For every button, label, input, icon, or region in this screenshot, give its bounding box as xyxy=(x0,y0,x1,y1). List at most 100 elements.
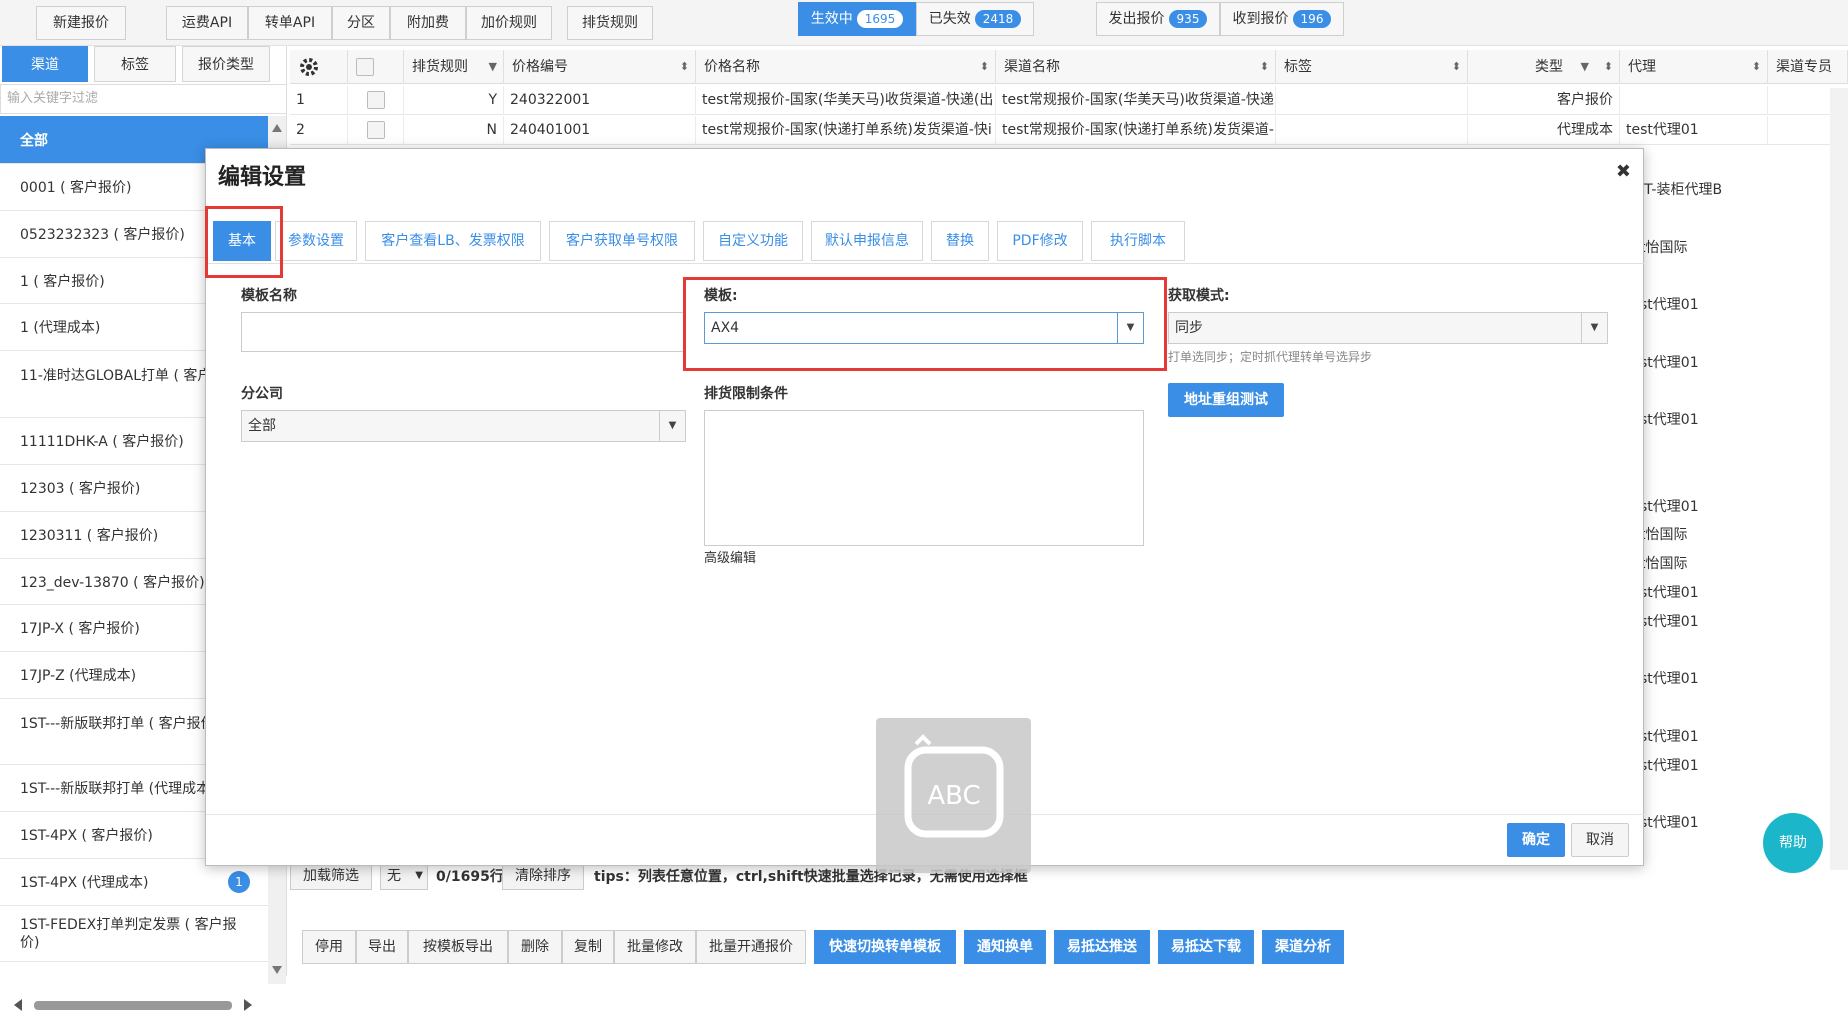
transfer-api-button[interactable]: 转单API xyxy=(248,6,332,40)
expired-tab[interactable]: 已失效 2418 xyxy=(916,2,1034,36)
column-header[interactable]: 排货规则 ▼ xyxy=(404,50,504,84)
expired-count-badge: 2418 xyxy=(974,10,1022,28)
ydd-push-button[interactable]: 易抵达推送 xyxy=(1054,930,1150,964)
column-header[interactable]: 价格名称 ⬍ xyxy=(696,50,996,84)
list-item[interactable]: 1ST-4PX (代理成本) 1 xyxy=(0,859,268,906)
filter-select[interactable]: 无 ▼ xyxy=(380,862,428,890)
batch-open-quote-button[interactable]: 批量开通报价 xyxy=(696,930,806,964)
delete-button[interactable]: 删除 xyxy=(508,930,562,964)
sort-icon: ⬍ xyxy=(1751,60,1761,73)
received-label: 收到报价 xyxy=(1232,11,1289,27)
ime-indicator: ABC xyxy=(876,718,1031,873)
channel-filter-input[interactable]: 输入关键字过滤 xyxy=(0,84,287,114)
column-header[interactable]: 代理 ⬍ xyxy=(1620,50,1768,84)
branch-select[interactable]: 全部 ▼ xyxy=(241,410,686,442)
agent-cell: t怡国际 xyxy=(1640,527,1688,543)
dropdown-icon: ▼ xyxy=(488,60,497,73)
tab-params[interactable]: 参数设置 xyxy=(275,221,357,261)
table-row[interactable]: 2 N 240401001 test常规报价-国家(快递打单系统)发货渠道-快i… xyxy=(290,116,1835,145)
restrict-label: 排货限制条件 xyxy=(704,386,788,402)
sort-icon: ⬍ xyxy=(1259,60,1269,73)
table-row[interactable]: 1 Y 240322001 test常规报价-国家(华美天马)收货渠道-快递(出… xyxy=(290,86,1835,115)
column-header[interactable]: 标签 ⬍ xyxy=(1276,50,1468,84)
tab-tag[interactable]: 标签 xyxy=(94,46,176,82)
tab-lb-invoice-permission[interactable]: 客户查看LB、发票权限 xyxy=(365,221,541,261)
agent-cell: st代理01 xyxy=(1640,671,1699,687)
grid-header: 排货规则 ▼ 价格编号 ⬍ 价格名称 ⬍ 渠道名称 ⬍ 标签 ⬍ 类型 ▼ ⬍ 代理 ⬍ 渠道专… xyxy=(290,50,1848,84)
agent-cell: st代理01 xyxy=(1640,355,1699,371)
column-header[interactable]: 价格编号 ⬍ xyxy=(504,50,696,84)
list-item[interactable]: 1ST-FEDEX打单判定发票 ( 客户报价) xyxy=(0,906,268,962)
restrict-textarea[interactable] xyxy=(704,410,1144,546)
column-header[interactable]: 渠道名称 ⬍ xyxy=(996,50,1276,84)
select-all-checkbox[interactable] xyxy=(348,50,404,84)
column-header[interactable]: 类型 ▼ ⬍ xyxy=(1468,50,1620,84)
agent-cell: st代理01 xyxy=(1640,758,1699,774)
received-count-badge: 196 xyxy=(1292,10,1332,28)
sort-icon: ⬍ xyxy=(679,60,689,73)
dropdown-icon: ▼ xyxy=(415,870,423,881)
tab-tracking-number-permission[interactable]: 客户获取单号权限 xyxy=(549,221,695,261)
branch-label: 分公司 xyxy=(241,386,283,402)
agent-cell: t怡国际 xyxy=(1640,240,1688,256)
agent-cell: t怡国际 xyxy=(1640,556,1688,572)
received-quotes-tab[interactable]: 收到报价 196 xyxy=(1220,2,1344,36)
export-by-template-button[interactable]: 按模板导出 xyxy=(408,930,508,964)
fetch-mode-label: 获取模式: xyxy=(1168,288,1230,304)
cancel-button[interactable]: 取消 xyxy=(1571,823,1629,857)
grid-scrollbar[interactable] xyxy=(1830,88,1848,870)
shipping-rules-button[interactable]: 排货规则 xyxy=(567,6,653,40)
notify-change-button[interactable]: 通知换单 xyxy=(964,930,1046,964)
help-button[interactable]: 帮助 xyxy=(1763,813,1823,873)
disable-button[interactable]: 停用 xyxy=(302,930,356,964)
agent-cell: st代理01 xyxy=(1640,815,1699,831)
row-checkbox-cell xyxy=(348,116,404,145)
tab-channel[interactable]: 渠道 xyxy=(2,46,88,82)
tab-replace[interactable]: 替换 xyxy=(931,221,989,261)
freight-api-button[interactable]: 运费API xyxy=(166,6,248,40)
close-icon[interactable]: ✖ xyxy=(1616,161,1631,182)
checkbox[interactable] xyxy=(366,121,385,139)
tab-pdf-edit[interactable]: PDF修改 xyxy=(997,221,1083,261)
sort-icon: ⬍ xyxy=(1451,60,1461,73)
dialog-title: 编辑设置 xyxy=(218,165,307,190)
channel-list-hscrollbar[interactable] xyxy=(8,994,258,1016)
checkbox[interactable] xyxy=(366,91,385,109)
address-test-button[interactable]: 地址重组测试 xyxy=(1168,383,1284,417)
sent-quotes-tab[interactable]: 发出报价 935 xyxy=(1096,2,1220,36)
tab-default-declaration[interactable]: 默认申报信息 xyxy=(811,221,923,261)
grid-footer: 加载筛选 无 ▼ 0/1695行 清除排序 tips：列表任意位置，ctrl,sh… xyxy=(288,862,1848,892)
tab-run-script[interactable]: 执行脚本 xyxy=(1091,221,1185,261)
tab-quote-type[interactable]: 报价类型 xyxy=(182,46,270,82)
active-label: 生效中 xyxy=(810,11,853,27)
agent-cell: JT-装柜代理B xyxy=(1640,182,1723,198)
surcharge-button[interactable]: 附加费 xyxy=(390,6,466,40)
template-name-input[interactable] xyxy=(241,312,686,352)
zone-button[interactable]: 分区 xyxy=(332,6,390,40)
load-filter-button[interactable]: 加载筛选 xyxy=(290,862,372,890)
ydd-download-button[interactable]: 易抵达下载 xyxy=(1158,930,1254,964)
export-button[interactable]: 导出 xyxy=(356,930,408,964)
quick-switch-template-button[interactable]: 快速切换转单模板 xyxy=(814,930,956,964)
tab-custom-functions[interactable]: 自定义功能 xyxy=(703,221,803,261)
new-quote-button[interactable]: 新建报价 xyxy=(36,6,126,40)
tab-divider xyxy=(206,263,1645,264)
fetch-mode-select[interactable]: 同步 ▼ xyxy=(1168,312,1608,344)
sort-icon: ⬍ xyxy=(979,60,989,73)
advanced-edit-link[interactable]: 高级编辑 xyxy=(704,547,756,566)
hscroll-arrows-icon xyxy=(14,999,252,1011)
active-tab[interactable]: 生效中 1695 xyxy=(798,2,916,36)
batch-edit-button[interactable]: 批量修改 xyxy=(614,930,696,964)
column-header[interactable]: 渠道专员 xyxy=(1768,50,1848,84)
markup-rule-button[interactable]: 加价规则 xyxy=(466,6,552,40)
column-settings[interactable] xyxy=(290,50,348,84)
agent-cell: st代理01 xyxy=(1640,614,1699,630)
channel-analysis-button[interactable]: 渠道分析 xyxy=(1262,930,1344,964)
checkbox[interactable] xyxy=(356,58,374,76)
confirm-button[interactable]: 确定 xyxy=(1507,823,1565,857)
agent-cell: st代理01 xyxy=(1640,297,1699,313)
dropdown-icon: ▼ xyxy=(1580,60,1589,73)
copy-button[interactable]: 复制 xyxy=(562,930,614,964)
clear-sort-button[interactable]: 清除排序 xyxy=(502,862,584,890)
ime-label: ABC xyxy=(927,781,980,811)
